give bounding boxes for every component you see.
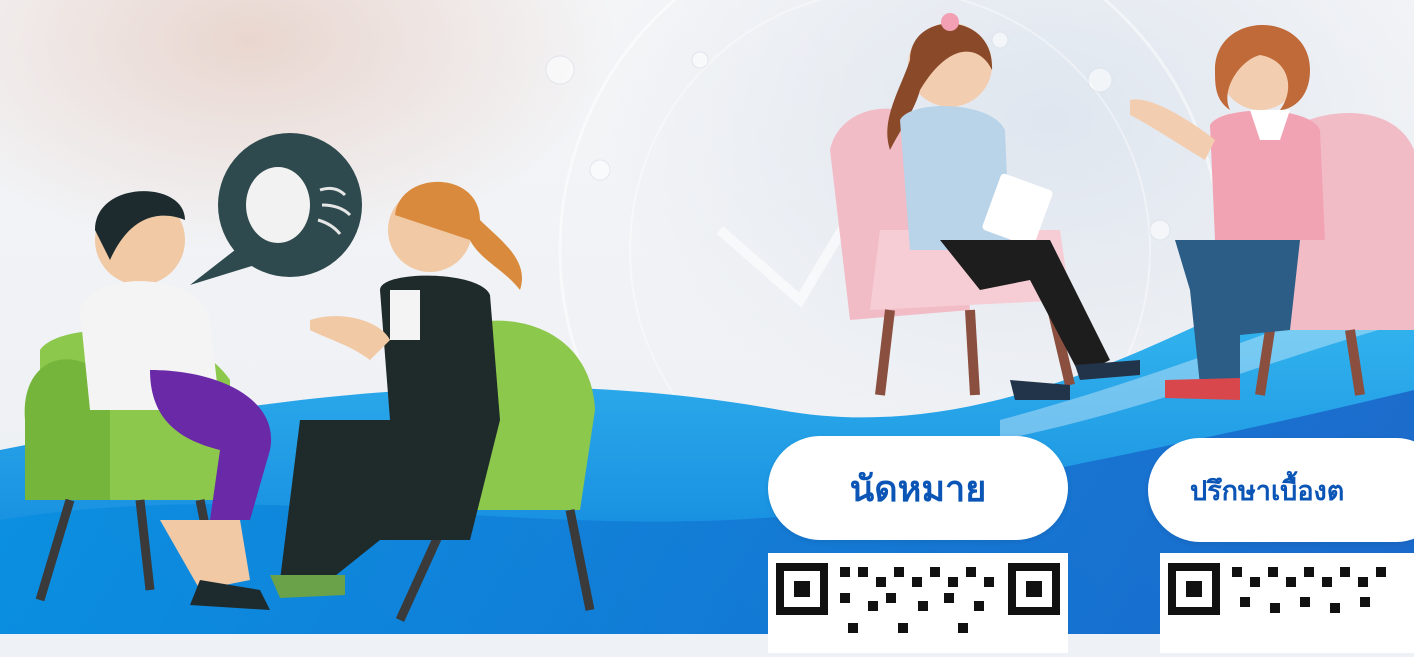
consult-qr-code[interactable] [1160,553,1414,653]
qr-code-icon [776,563,1060,633]
qr-code-icon [1168,563,1386,615]
appointment-button-label: นัดหมาย [849,468,987,510]
consult-button[interactable]: ปรึกษาเบื้องต [1148,438,1414,542]
appointment-qr-code[interactable] [768,553,1068,653]
speech-bubble-icon [190,133,362,285]
counseling-illustration-right [830,13,1414,400]
counseling-illustration-left [24,133,595,622]
consult-button-label: ปรึกษาเบื้องต [1190,475,1345,507]
appointment-button[interactable]: นัดหมาย [768,436,1068,540]
